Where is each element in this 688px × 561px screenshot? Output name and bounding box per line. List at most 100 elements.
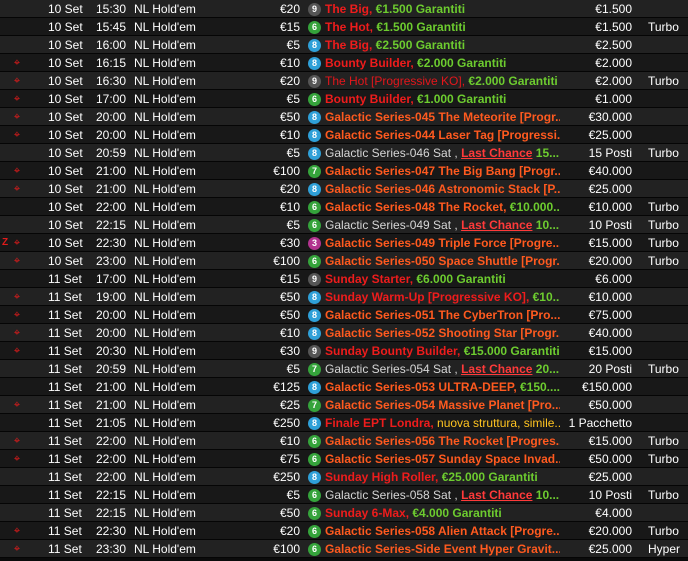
players-badge: 6 — [308, 255, 321, 268]
tournament-row[interactable]: 11 Set 21:05 NL Hold'em €250 8 Finale EPT Lon… — [0, 414, 688, 432]
tournament-row[interactable]: 10 Set 20:59 NL Hold'em €5 8 Galactic Series-… — [0, 144, 688, 162]
row-game: NL Hold'em — [134, 488, 196, 502]
row-icons — [0, 486, 44, 504]
crosshair-icon: ⌖ — [13, 399, 21, 411]
row-game: NL Hold'em — [134, 380, 196, 394]
players-badge: 7 — [308, 363, 321, 376]
tournament-row[interactable]: ⌖ 10 Set 20:00 NL Hold'em €10 8 Galactic Serie… — [0, 126, 688, 144]
tournament-row[interactable]: 11 Set 17:00 NL Hold'em €15 9 Sunday Starter,… — [0, 270, 688, 288]
row-time: 22:15 — [95, 488, 126, 502]
row-name: Sunday Warm-Up [Progressive KO], €10... — [325, 288, 560, 306]
tournament-row[interactable]: 10 Set 15:45 NL Hold'em €15 6 The Hot, €1.500… — [0, 18, 688, 36]
row-time: 21:00 — [95, 164, 126, 178]
row-name-part: 10... — [532, 218, 560, 232]
row-game: NL Hold'em — [134, 308, 196, 322]
row-name-part: Galactic Series-046 Astronomic Stack [P.… — [325, 182, 560, 196]
crosshair-icon: ⌖ — [13, 129, 21, 141]
row-icons — [0, 216, 44, 234]
tournament-row[interactable]: ⌖ 11 Set 21:00 NL Hold'em €25 7 Galactic Serie… — [0, 396, 688, 414]
row-name-part: , — [451, 362, 462, 376]
row-prize: €2.500 — [595, 38, 632, 52]
row-prize: €10.000 — [588, 200, 632, 214]
row-game: NL Hold'em — [134, 434, 196, 448]
tournament-row[interactable]: ⌖ 10 Set 21:00 NL Hold'em €100 7 Galactic Seri… — [0, 162, 688, 180]
tournament-row[interactable]: ⌖ 11 Set 20:00 NL Hold'em €10 8 Galactic Serie… — [0, 324, 688, 342]
row-date: 10 Set — [48, 56, 83, 70]
row-name: Galactic Series-053 ULTRA-DEEP, €150.... — [325, 378, 560, 396]
row-name: Finale EPT Londra, nuova struttura, simi… — [325, 414, 560, 432]
players-badge: 7 — [308, 399, 321, 412]
row-time: 22:00 — [95, 200, 126, 214]
players-badge: 9 — [308, 273, 321, 286]
tournament-row[interactable]: ⌖ 10 Set 17:00 NL Hold'em €5 6 Bounty Builder,… — [0, 90, 688, 108]
row-buyin: €50 — [279, 308, 300, 322]
row-game: NL Hold'em — [134, 182, 196, 196]
row-buyin: €125 — [273, 380, 300, 394]
row-prize: €2.000 — [595, 74, 632, 88]
tournament-row[interactable]: ⌖ 11 Set 20:00 NL Hold'em €50 8 Galactic Serie… — [0, 306, 688, 324]
tournament-row[interactable]: ⌖ 10 Set 23:00 NL Hold'em €100 6 Galactic Seri… — [0, 252, 688, 270]
row-prize: 10 Posti — [588, 488, 632, 502]
row-time: 21:05 — [95, 416, 126, 430]
last-chance-link[interactable]: Last Chance — [461, 146, 532, 160]
row-buyin: €20 — [279, 2, 300, 16]
last-chance-link[interactable]: Last Chance — [461, 488, 532, 502]
tournament-row[interactable]: 10 Set 22:00 NL Hold'em €10 6 Galactic Series… — [0, 198, 688, 216]
row-name-part: Galactic Series-Side Event Hyper Gravit.… — [325, 542, 560, 556]
tournament-row[interactable]: 11 Set 21:00 NL Hold'em €125 8 Galactic Serie… — [0, 378, 688, 396]
row-buyin: €20 — [279, 74, 300, 88]
row-name-part: Sunday 6-Max — [325, 506, 406, 520]
row-date: 11 Set — [48, 452, 82, 466]
row-time: 22:30 — [95, 236, 126, 250]
last-chance-link[interactable]: Last Chance — [461, 362, 532, 376]
tournament-row[interactable]: 10 Set 15:30 NL Hold'em €20 9 The Big, €1.500… — [0, 0, 688, 18]
tournament-row[interactable]: 10 Set 16:00 NL Hold'em €5 8 The Big, €2.500 … — [0, 36, 688, 54]
players-badge: 8 — [308, 57, 321, 70]
row-name: The Hot [Progressive KO], €2.000 Garanti… — [325, 72, 560, 90]
tournament-row[interactable]: 11 Set 22:00 NL Hold'em €250 8 Sunday High Ro… — [0, 468, 688, 486]
tournament-row[interactable]: 11 Set 22:15 NL Hold'em €5 6 Galactic Series-… — [0, 486, 688, 504]
row-type — [648, 54, 688, 72]
row-buyin: €75 — [279, 452, 300, 466]
row-name-part: Sunday Bounty Builder — [325, 344, 458, 358]
row-buyin: €10 — [279, 200, 300, 214]
tournament-row[interactable]: ⌖ 10 Set 21:00 NL Hold'em €20 8 Galactic Serie… — [0, 180, 688, 198]
row-time: 15:30 — [95, 2, 126, 16]
tournament-row[interactable]: 11 Set 22:15 NL Hold'em €50 6 Sunday 6-Max, €… — [0, 504, 688, 522]
row-name-part: , — [435, 470, 442, 484]
tournament-row[interactable]: ⌖ 11 Set 23:30 NL Hold'em €100 6 Galactic Seri… — [0, 540, 688, 558]
row-name-part: Bounty Builder — [325, 92, 411, 106]
row-name-part: Galactic Series-045 The Meteorite [Progr… — [325, 110, 560, 124]
row-buyin: €20 — [279, 182, 300, 196]
tournament-row[interactable]: ⌖ 11 Set 22:30 NL Hold'em €20 6 Galactic Serie… — [0, 522, 688, 540]
row-type — [648, 378, 688, 396]
row-icons: ⌖ — [0, 54, 44, 72]
tournament-row[interactable]: ⌖ 10 Set 16:30 NL Hold'em €20 9 The Hot [Progr… — [0, 72, 688, 90]
row-date: 10 Set — [48, 254, 83, 268]
tournament-row[interactable]: 11 Set 20:59 NL Hold'em €5 7 Galactic Series-… — [0, 360, 688, 378]
row-name-part: Sunday High Roller — [325, 470, 436, 484]
tournament-row[interactable]: 10 Set 22:15 NL Hold'em €5 6 Galactic Series-… — [0, 216, 688, 234]
row-icons — [0, 36, 44, 54]
players-badge: 8 — [308, 417, 321, 430]
tournament-row[interactable]: ⌖ 10 Set 20:00 NL Hold'em €50 8 Galactic Serie… — [0, 108, 688, 126]
tournament-row[interactable]: ⌖ 10 Set 16:15 NL Hold'em €10 8 Bounty Builder… — [0, 54, 688, 72]
tournament-row[interactable]: ⌖ 11 Set 20:30 NL Hold'em €30 9 Sunday Bounty … — [0, 342, 688, 360]
tournament-row[interactable]: ⌖ 11 Set 22:00 NL Hold'em €75 6 Galactic Serie… — [0, 450, 688, 468]
row-name-part: €2.000 Garantiti — [468, 74, 558, 88]
tournament-row[interactable]: Z ⌖ 10 Set 22:30 NL Hold'em €30 3 Galactic Seri… — [0, 234, 688, 252]
row-type — [648, 396, 688, 414]
row-type — [648, 108, 688, 126]
row-game: NL Hold'em — [134, 398, 196, 412]
crosshair-icon: ⌖ — [13, 291, 21, 303]
row-type — [648, 90, 688, 108]
row-type — [648, 36, 688, 54]
row-time: 17:00 — [95, 92, 126, 106]
last-chance-link[interactable]: Last Chance — [461, 218, 532, 232]
tournament-row[interactable]: ⌖ 11 Set 19:00 NL Hold'em €50 8 Sunday Warm-Up… — [0, 288, 688, 306]
row-icons: ⌖ — [0, 72, 44, 90]
row-type: Turbo — [648, 20, 679, 34]
row-name: Galactic Series-058 Alien Attack [Progre… — [325, 522, 560, 540]
tournament-row[interactable]: ⌖ 11 Set 22:00 NL Hold'em €10 6 Galactic Serie… — [0, 432, 688, 450]
row-prize: €75.000 — [588, 308, 632, 322]
